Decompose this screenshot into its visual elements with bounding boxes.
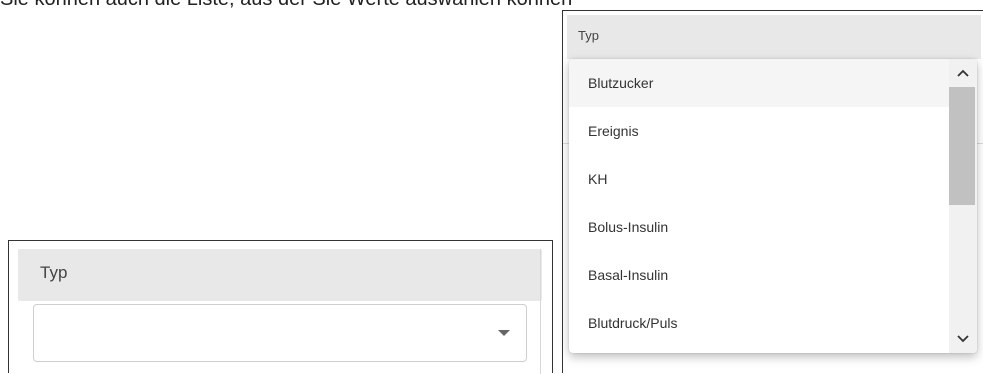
dropdown-option[interactable]: Ereignis (569, 107, 949, 155)
dropdown-option[interactable]: Blutdruck/Puls (569, 299, 949, 347)
left-field-header: Typ (18, 249, 542, 301)
dropdown-option[interactable]: KH (569, 155, 949, 203)
chevron-up-icon[interactable] (953, 63, 973, 83)
dropdown-option[interactable]: Basal-Insulin (569, 251, 949, 299)
dropdown-option[interactable]: Blutzucker (569, 59, 949, 107)
scrollbar-thumb[interactable] (949, 87, 975, 205)
left-field-label: Typ (40, 263, 68, 282)
right-field-header: Typ (567, 15, 981, 59)
typ-dropdown-list: Blutzucker Ereignis KH Bolus-Insulin Bas… (569, 59, 977, 353)
left-panel: Typ (8, 240, 553, 374)
chevron-down-icon[interactable] (953, 329, 973, 349)
dropdown-options: Blutzucker Ereignis KH Bolus-Insulin Bas… (569, 59, 949, 347)
caret-down-icon (498, 330, 510, 336)
left-panel-divider (540, 249, 541, 374)
typ-select[interactable] (33, 304, 527, 362)
dropdown-scrollbar[interactable] (949, 59, 977, 353)
right-field-label: Typ (578, 28, 599, 43)
dropdown-option[interactable]: Bolus-Insulin (569, 203, 949, 251)
